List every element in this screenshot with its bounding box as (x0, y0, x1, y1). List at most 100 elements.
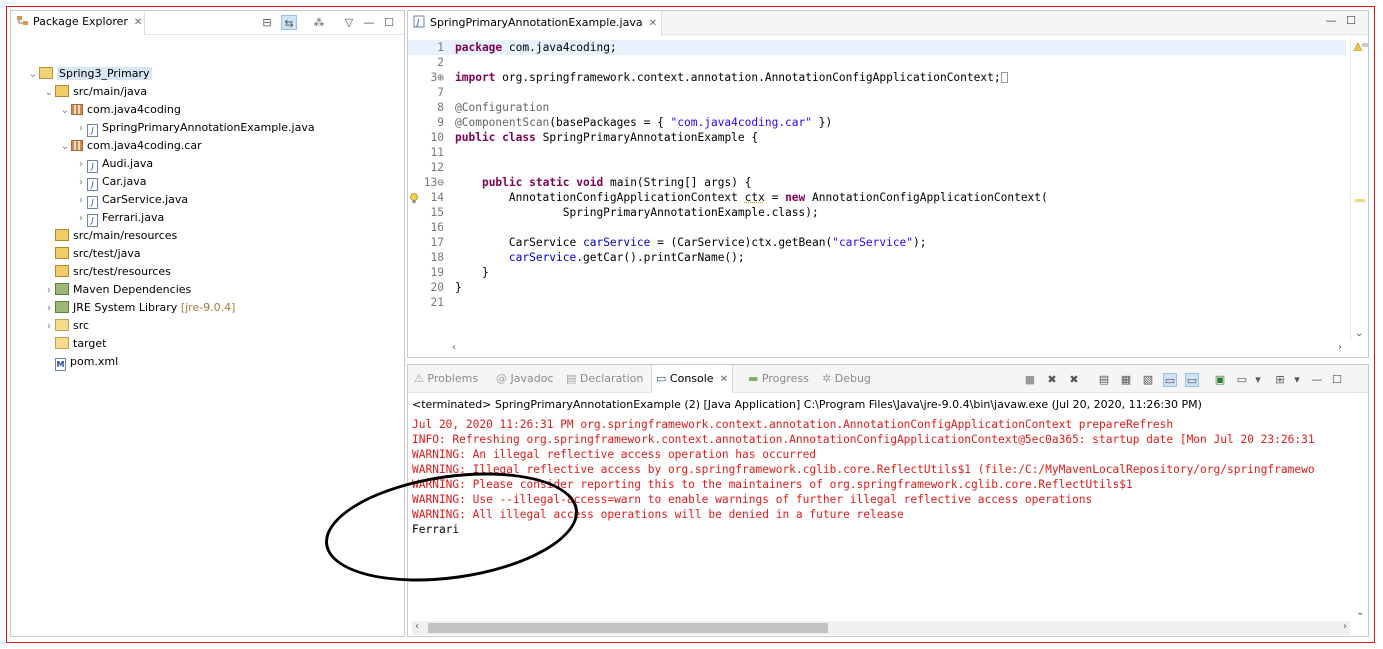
tree-item-package[interactable]: ⌄ com.java4coding.car (59, 137, 202, 155)
code-text: public static void main(String[] args) { (481, 176, 752, 189)
tab-label: Console (669, 372, 714, 385)
tree-item-label: pom.xml (70, 355, 119, 368)
maximize-icon[interactable]: ☐ (381, 15, 397, 30)
code-line: 17 CarService carService = (CarService)c… (408, 235, 927, 250)
editor-tab[interactable]: J SpringPrimaryAnnotationExample.java ✕ (408, 11, 662, 36)
chevron-down-icon[interactable]: ⌄ (59, 138, 71, 156)
line-number: 3⊕ (430, 71, 444, 84)
pin-console-icon[interactable]: ▣ (1213, 373, 1227, 387)
chevron-right-icon[interactable]: › (75, 120, 87, 138)
open-console-icon[interactable]: ⊞ (1273, 373, 1287, 387)
chevron-down-icon[interactable]: ⌄ (59, 102, 71, 120)
editor-horizontal-scrollbar[interactable]: ‹ › (422, 341, 1346, 357)
code-text: CarService carService = (CarService)ctx.… (455, 236, 927, 249)
minimize-icon[interactable]: — (1324, 14, 1338, 27)
tree-item-source-folder[interactable]: src/test/java (43, 245, 141, 263)
minimize-icon[interactable]: — (361, 15, 377, 30)
tree-item-java-file[interactable]: › J Audi.java (75, 155, 153, 173)
terminate-icon[interactable]: ■ (1023, 373, 1037, 387)
remove-all-terminated-icon[interactable]: ✖ (1067, 373, 1081, 387)
tree-item-project[interactable]: ⌄ Spring3_Primary (27, 65, 152, 83)
code-text: AnnotationConfigApplicationContext ctx =… (455, 191, 1048, 204)
warning-overview-icon[interactable] (1353, 41, 1363, 52)
minimize-icon[interactable]: — (1310, 373, 1324, 387)
scrollbar-thumb[interactable] (428, 623, 828, 633)
tree-item-label: target (73, 337, 107, 350)
console-vertical-scrollbar[interactable]: ⌄ (1352, 415, 1368, 620)
chevron-right-icon[interactable]: › (43, 300, 55, 318)
chevron-right-icon[interactable]: › (75, 210, 87, 228)
tree-item-source-folder[interactable]: ⌄ src/main/java (43, 83, 147, 101)
console-horizontal-scrollbar[interactable]: ‹ › (412, 621, 1350, 635)
chevron-right-icon[interactable]: › (75, 156, 87, 174)
tree-item-folder[interactable]: target (43, 335, 106, 353)
tree-item-library[interactable]: › Maven Dependencies (43, 281, 191, 299)
tab-javadoc[interactable]: @ Javadoc (496, 365, 554, 393)
collapse-all-icon[interactable]: ⊟ (259, 15, 275, 30)
console-process-label: <terminated> SpringPrimaryAnnotationExam… (412, 398, 1202, 411)
tab-debug[interactable]: ✲ Debug (822, 365, 871, 393)
maximize-icon[interactable]: ☐ (1330, 373, 1344, 387)
chevron-down-icon[interactable]: ⌄ (1355, 328, 1363, 339)
chevron-down-icon[interactable]: ⌄ (43, 84, 55, 102)
link-with-editor-icon[interactable]: ⇆ (281, 15, 297, 30)
chevron-right-icon[interactable]: › (1343, 621, 1347, 632)
close-icon[interactable]: ✕ (134, 17, 142, 28)
chevron-right-icon[interactable]: › (43, 318, 55, 336)
package-explorer-icon (16, 15, 30, 27)
show-on-stderr-icon[interactable]: ▭ (1185, 373, 1199, 387)
chevron-left-icon[interactable]: ‹ (415, 621, 419, 632)
code-text: public class SpringPrimaryAnnotationExam… (455, 131, 759, 144)
view-menu-icon[interactable]: ▽ (341, 15, 357, 30)
code-area[interactable]: 1 package com.java4coding; 2 3⊕ import org… (408, 40, 1346, 341)
java-file-icon: J (87, 124, 98, 137)
overview-ruler[interactable]: ⌄ (1350, 36, 1368, 341)
close-icon[interactable]: ✕ (649, 18, 657, 29)
tree-item-library[interactable]: › JRE System Library [jre-9.0.4] (43, 299, 235, 317)
tree-item-source-folder[interactable]: src/test/resources (43, 263, 171, 281)
code-line: 7 (408, 85, 444, 100)
chevron-left-icon[interactable]: ‹ (452, 342, 456, 353)
focus-on-active-task-icon[interactable]: ⁂ (311, 15, 327, 30)
tab-console[interactable]: ▭ Console ✕ (651, 365, 733, 393)
warning-marker[interactable] (1355, 199, 1365, 202)
tree-item-java-file[interactable]: › J CarService.java (75, 191, 188, 209)
tree-item-package[interactable]: ⌄ com.java4coding (59, 101, 181, 119)
tree-item-label: Maven Dependencies (73, 283, 192, 296)
chevron-down-icon[interactable]: ▾ (1290, 373, 1304, 387)
tree-item-folder[interactable]: › src (43, 317, 89, 335)
tree-item-file[interactable]: Mpom.xml (43, 353, 118, 371)
source-folder-icon (55, 229, 69, 241)
chevron-right-icon[interactable]: › (75, 174, 87, 192)
chevron-right-icon[interactable]: › (43, 282, 55, 300)
maximize-icon[interactable]: ☐ (1344, 14, 1358, 27)
tree-item-java-file[interactable]: › J Ferrari.java (75, 209, 164, 227)
display-console-icon[interactable]: ▭ (1235, 373, 1249, 387)
scroll-lock-icon[interactable]: ▦ (1119, 373, 1133, 387)
chevron-right-icon[interactable]: › (75, 192, 87, 210)
tab-label: Javadoc (510, 372, 554, 385)
tree-item-java-file[interactable]: › J SpringPrimaryAnnotationExample.java (75, 119, 315, 137)
java-interface-file-icon: J (87, 178, 98, 191)
xml-file-icon: M (55, 358, 66, 371)
tree-item-java-file[interactable]: › J Car.java (75, 173, 146, 191)
java-file-icon: J (87, 214, 98, 227)
tree-item-label: SpringPrimaryAnnotationExample.java (102, 121, 315, 134)
line-number: 14 (430, 191, 444, 204)
remove-launch-icon[interactable]: ✖ (1045, 373, 1059, 387)
problems-icon: ⚠ (414, 372, 424, 385)
chevron-down-icon[interactable]: ▾ (1251, 373, 1265, 387)
clear-console-icon[interactable]: ▤ (1097, 373, 1111, 387)
package-explorer-tab[interactable]: Package Explorer ✕ (11, 11, 145, 35)
close-icon[interactable]: ✕ (720, 374, 728, 385)
tab-declaration[interactable]: ▤ Declaration (566, 365, 643, 393)
chevron-right-icon[interactable]: › (1338, 342, 1342, 353)
console-line: WARNING: Illegal reflective access by or… (412, 463, 1315, 476)
chevron-down-icon[interactable]: ⌄ (1356, 607, 1364, 618)
tree-item-source-folder[interactable]: src/main/resources (43, 227, 177, 245)
show-on-stdout-icon[interactable]: ▭ (1163, 373, 1177, 387)
word-wrap-icon[interactable]: ▧ (1141, 373, 1155, 387)
tab-problems[interactable]: ⚠ Problems (414, 365, 478, 393)
chevron-down-icon[interactable]: ⌄ (27, 66, 39, 84)
tab-progress[interactable]: ▬ Progress (748, 365, 809, 393)
